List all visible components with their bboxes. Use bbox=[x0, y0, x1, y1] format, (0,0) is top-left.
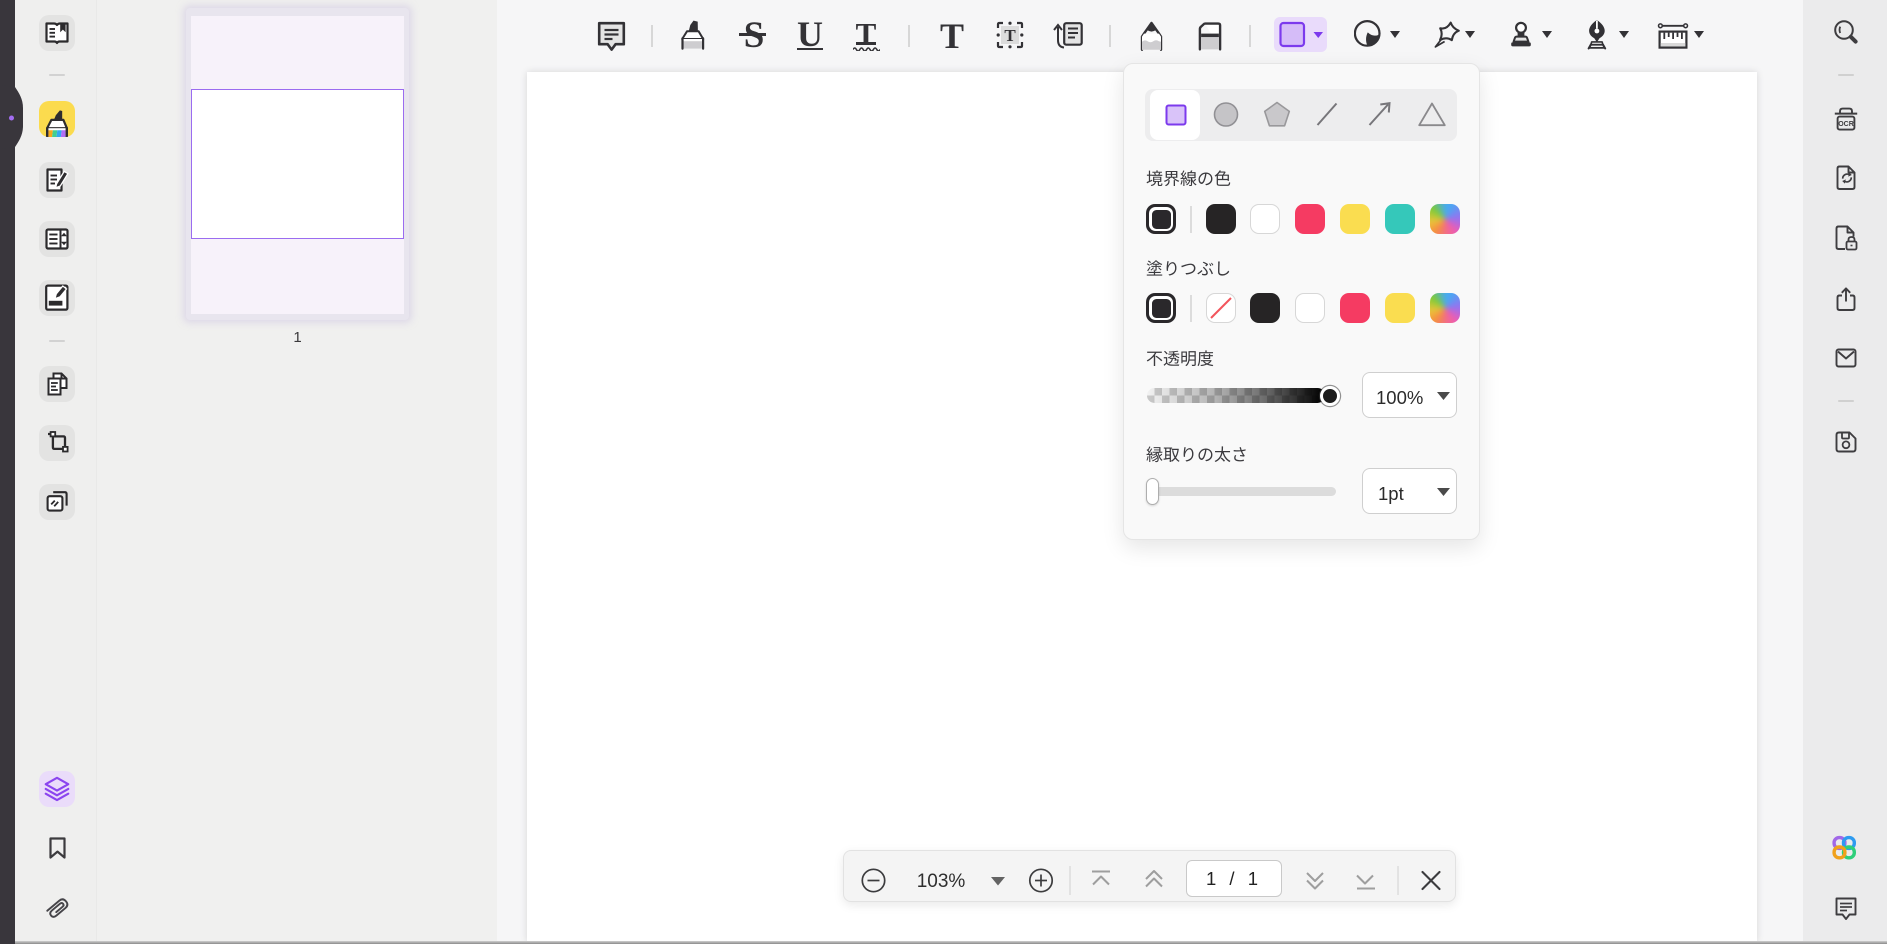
svg-text:OCR: OCR bbox=[1838, 121, 1854, 128]
svg-text:T: T bbox=[1004, 26, 1016, 45]
